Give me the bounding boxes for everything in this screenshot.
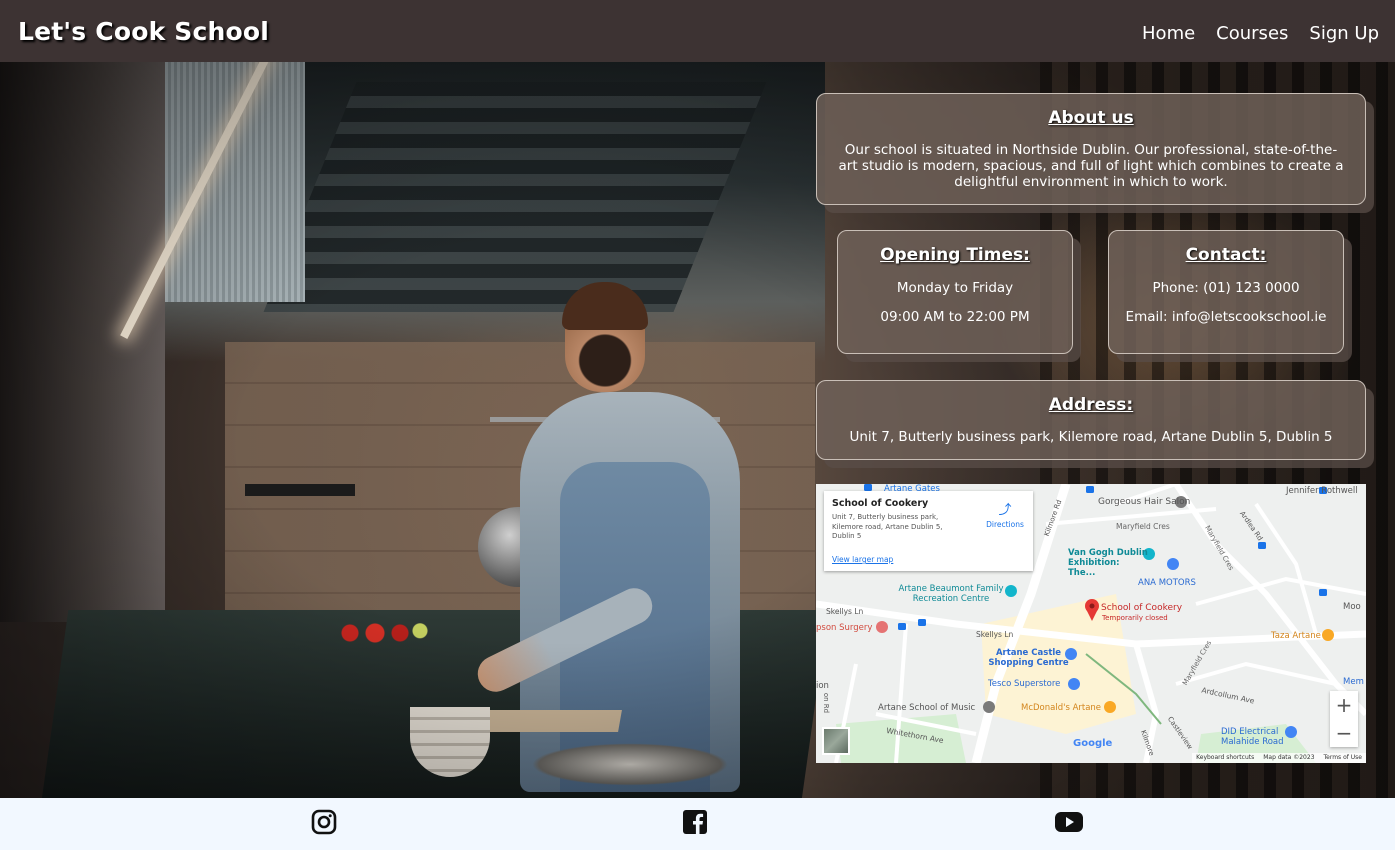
contact-email: Email: info@letscookschool.ie [1125, 309, 1327, 325]
address-title: Address: [1048, 395, 1134, 415]
opening-times-title: Opening Times: [880, 245, 1030, 265]
map-label-maryfield: Maryfield Cres [1116, 522, 1170, 531]
youtube-icon[interactable] [1054, 808, 1084, 836]
map-directions-button[interactable]: ⤴ Directions [980, 499, 1030, 529]
map-label-on-rd: on Rd [822, 692, 831, 714]
map-label-mcd: McDonald's Artane [1021, 703, 1102, 713]
map-label-vangogh: Van Gogh Dublin Exhibition: The... [1068, 548, 1148, 578]
about-text: Our school is situated in Northside Dubl… [838, 142, 1344, 190]
map-label-ana-motors: ANA MOTORS [1138, 578, 1196, 588]
map-label-moo: Moo [1343, 602, 1361, 612]
site-logo[interactable]: Let's Cook School [18, 17, 269, 46]
site-footer [0, 798, 1395, 850]
about-title: About us [1048, 108, 1134, 128]
zoom-out-button[interactable]: − [1330, 719, 1358, 747]
map-label-skellys-2: Skellys Ln [976, 630, 1014, 639]
map-label-castle: Artane Castle Shopping Centre [988, 648, 1069, 668]
facebook-icon[interactable] [681, 808, 709, 836]
map-footer: Keyboard shortcuts Map data ©2023 Terms … [1192, 753, 1366, 763]
map-place-address: Unit 7, Butterly business park, Kilemore… [832, 513, 943, 540]
opening-days: Monday to Friday [896, 280, 1014, 296]
map-label-tesco: Tesco Superstore [988, 679, 1061, 689]
map-label-mem: Mem [1343, 677, 1364, 687]
map-label-music: Artane School of Music [878, 703, 976, 713]
google-map[interactable]: Artane Gates Gorgeous Hair Salon Jennife… [816, 484, 1366, 763]
address-text: Unit 7, Butterly business park, Kilemore… [849, 429, 1333, 445]
map-label-taza: Taza Artane [1271, 631, 1321, 641]
contact-panel: Contact: Phone: (01) 123 0000 Email: inf… [1108, 230, 1344, 354]
main-nav: Home Courses Sign Up [1142, 19, 1379, 44]
map-larger-link[interactable]: View larger map [832, 555, 893, 564]
map-label-rothwell: Jennifer Rothwell [1286, 486, 1358, 496]
nav-sign-up[interactable]: Sign Up [1309, 23, 1379, 44]
map-layer-toggle[interactable] [822, 727, 850, 755]
zoom-in-button[interactable]: + [1330, 691, 1358, 719]
site-header: Let's Cook School Home Courses Sign Up [0, 0, 1395, 62]
map-label-closed: Temporarily closed [1102, 614, 1168, 622]
map-label-salon: Gorgeous Hair Salon [1098, 497, 1191, 507]
directions-icon: ⤴ [998, 503, 1012, 518]
contact-title: Contact: [1185, 245, 1267, 265]
map-place-card: School of Cookery Unit 7, Butterly busin… [824, 491, 1033, 571]
instagram-icon[interactable] [310, 808, 338, 836]
map-terms-link[interactable]: Terms of Use [1324, 754, 1362, 762]
map-label-skellys: Skellys Ln [826, 607, 864, 616]
map-label-beaumont: Artane Beaumont Family Recreation Centre [898, 584, 1004, 604]
map-label-surgery: pson Surgery [816, 623, 873, 633]
google-logo: Google [1073, 738, 1113, 749]
map-label-did: DID Electrical Malahide Road [1221, 727, 1284, 747]
map-label-school: School of Cookery [1101, 603, 1183, 613]
nav-courses[interactable]: Courses [1216, 23, 1288, 44]
opening-hours: 09:00 AM to 22:00 PM [880, 309, 1030, 325]
map-keyboard-shortcuts[interactable]: Keyboard shortcuts [1196, 754, 1254, 762]
about-panel: About us Our school is situated in North… [816, 93, 1366, 205]
nav-home[interactable]: Home [1142, 23, 1195, 44]
address-panel: Address: Unit 7, Butterly business park,… [816, 380, 1366, 460]
map-data-credit: Map data ©2023 [1263, 754, 1315, 761]
contact-phone: Phone: (01) 123 0000 [1152, 280, 1300, 296]
opening-times-panel: Opening Times: Monday to Friday 09:00 AM… [837, 230, 1073, 354]
map-zoom-controls: + − [1330, 691, 1358, 747]
map-directions-label: Directions [986, 520, 1024, 529]
map-label-ion: ion [816, 681, 829, 691]
